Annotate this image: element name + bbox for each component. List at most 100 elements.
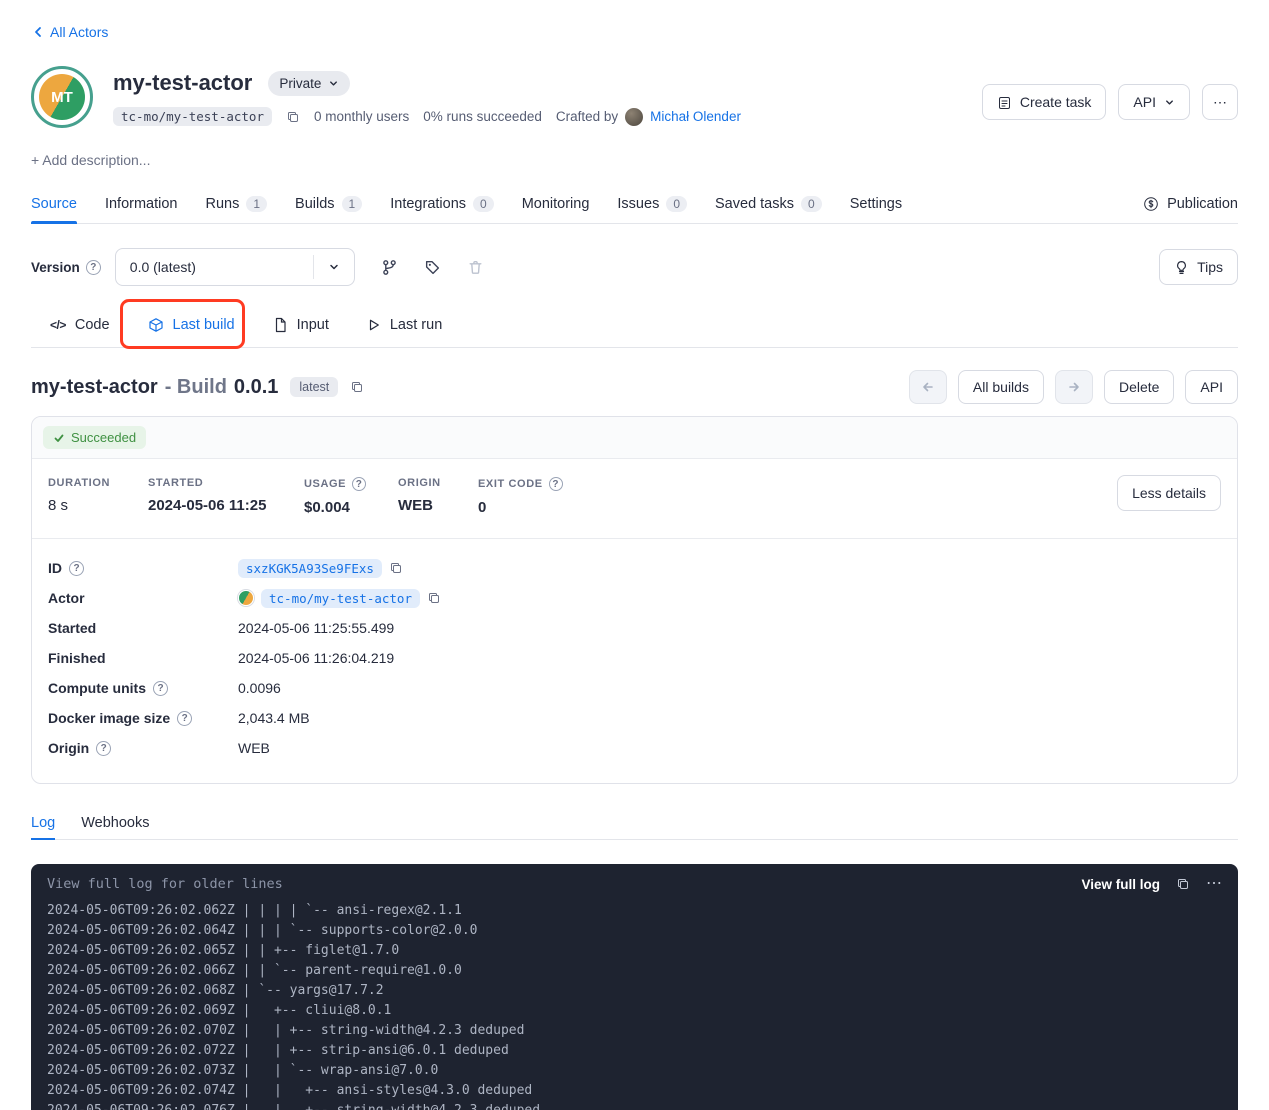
code-icon	[50, 318, 66, 332]
build-title-version: 0.0.1	[234, 376, 278, 399]
tips-label: Tips	[1197, 259, 1223, 275]
build-stats-row: DURATION 8 s STARTED 2024-05-06 11:25 US…	[32, 459, 1237, 538]
build-detail-card: Succeeded DURATION 8 s STARTED 2024-05-0…	[31, 416, 1238, 784]
version-bar: Version 0.0 (latest) Tips	[31, 248, 1238, 286]
log-line: 2024-05-06T09:26:02.070Z | | +-- string-…	[47, 1021, 1222, 1041]
id-help-icon[interactable]	[69, 561, 84, 576]
title-block: my-test-actor Private tc-mo/my-test-acto…	[113, 66, 741, 126]
log-line: 2024-05-06T09:26:02.073Z | | `-- wrap-an…	[47, 1061, 1222, 1081]
row-id: ID sxzKGK5A93Se9FExs	[48, 553, 1221, 583]
tab-integrations[interactable]: Integrations0	[390, 184, 493, 223]
actor-link-pill[interactable]: tc-mo/my-test-actor	[261, 589, 420, 608]
docker-size-help-icon[interactable]	[177, 711, 192, 726]
crafted-by: Crafted by Michał Olender	[556, 108, 741, 126]
log-tab-bar: Log Webhooks	[31, 806, 1238, 840]
all-builds-button[interactable]: All builds	[958, 370, 1044, 404]
log-line: 2024-05-06T09:26:02.076Z | | +-- string-…	[47, 1101, 1222, 1110]
log-more-icon[interactable]: ⋯	[1206, 876, 1222, 892]
author-avatar	[625, 108, 643, 126]
copy-handle-icon[interactable]	[286, 110, 300, 124]
tips-button[interactable]: Tips	[1159, 249, 1238, 285]
publication-label: Publication	[1167, 196, 1238, 212]
breadcrumb-label: All Actors	[50, 24, 108, 40]
log-lines: 2024-05-06T09:26:02.062Z | | | | `-- ans…	[47, 901, 1222, 1110]
log-line: 2024-05-06T09:26:02.068Z | `-- yargs@17.…	[47, 981, 1222, 1001]
version-select[interactable]: 0.0 (latest)	[115, 248, 355, 286]
copy-version-icon[interactable]	[350, 380, 364, 394]
latest-badge: latest	[290, 377, 338, 397]
issues-count-badge: 0	[666, 196, 687, 212]
build-id-pill: sxzKGK5A93Se9FExs	[238, 559, 382, 578]
crafted-by-label: Crafted by	[556, 109, 618, 124]
tag-icon[interactable]	[424, 259, 441, 276]
version-selected-value: 0.0 (latest)	[130, 259, 196, 275]
publication-link[interactable]: Publication	[1143, 196, 1238, 212]
origin-help-icon[interactable]	[96, 741, 111, 756]
create-task-label: Create task	[1020, 94, 1092, 110]
chevron-left-icon	[31, 25, 45, 39]
version-label: Version	[31, 260, 80, 275]
task-icon	[997, 95, 1012, 110]
tab-source[interactable]: Source	[31, 184, 77, 223]
build-header: my-test-actor - Build 0.0.1 latest All b…	[31, 370, 1238, 404]
stat-usage: USAGE $0.004	[304, 477, 398, 516]
version-help-icon[interactable]	[86, 260, 101, 275]
subtab-last-run[interactable]: Last run	[348, 302, 461, 347]
author-link[interactable]: Michał Olender	[650, 109, 741, 124]
prev-build-button[interactable]	[909, 370, 947, 404]
tab-information[interactable]: Information	[105, 184, 178, 223]
next-build-button[interactable]	[1055, 370, 1093, 404]
view-older-lines-link[interactable]: View full log for older lines	[47, 876, 283, 892]
api-dropdown-button[interactable]: API	[1118, 84, 1190, 120]
copy-actor-icon[interactable]	[427, 591, 441, 605]
tab-builds[interactable]: Builds1	[295, 184, 362, 223]
monthly-users-stat: 0 monthly users	[314, 109, 409, 124]
runs-succeeded-stat: 0% runs succeeded	[423, 109, 542, 124]
delete-version-icon[interactable]	[467, 259, 484, 276]
add-description-link[interactable]: + Add description...	[31, 152, 1238, 168]
subtab-input[interactable]: Input	[254, 302, 348, 347]
log-line: 2024-05-06T09:26:02.066Z | | `-- parent-…	[47, 961, 1222, 981]
row-actor: Actor tc-mo/my-test-actor	[48, 583, 1221, 613]
build-api-button[interactable]: API	[1185, 370, 1238, 404]
log-line: 2024-05-06T09:26:02.065Z | | +-- figlet@…	[47, 941, 1222, 961]
compute-units-help-icon[interactable]	[153, 681, 168, 696]
git-branch-icon[interactable]	[381, 259, 398, 276]
package-icon	[148, 317, 164, 333]
build-log-terminal: View full log for older lines View full …	[31, 864, 1238, 1110]
usage-help-icon[interactable]	[352, 477, 366, 491]
tab-log[interactable]: Log	[31, 806, 55, 839]
tab-webhooks[interactable]: Webhooks	[81, 806, 149, 839]
visibility-dropdown[interactable]: Private	[268, 71, 350, 96]
actor-handle-pill: tc-mo/my-test-actor	[113, 107, 272, 126]
delete-build-button[interactable]: Delete	[1104, 370, 1174, 404]
integrations-count-badge: 0	[473, 196, 494, 212]
copy-id-icon[interactable]	[389, 561, 403, 575]
exit-code-help-icon[interactable]	[549, 477, 563, 491]
builds-count-badge: 1	[342, 196, 363, 212]
tab-runs[interactable]: Runs1	[206, 184, 268, 223]
view-full-log-button[interactable]: View full log	[1081, 877, 1160, 892]
actor-avatar-initials: MT	[39, 74, 85, 120]
subtab-code[interactable]: Code	[31, 302, 129, 347]
tab-issues[interactable]: Issues0	[617, 184, 687, 223]
tab-monitoring[interactable]: Monitoring	[522, 184, 590, 223]
breadcrumb[interactable]: All Actors	[31, 24, 108, 40]
build-title-word: - Build	[165, 376, 227, 399]
tab-saved-tasks[interactable]: Saved tasks0	[715, 184, 822, 223]
tab-settings[interactable]: Settings	[850, 184, 902, 223]
check-icon	[53, 432, 65, 444]
less-details-button[interactable]: Less details	[1117, 475, 1221, 511]
row-started: Started 2024-05-06 11:25:55.499	[48, 613, 1221, 643]
log-line: 2024-05-06T09:26:02.064Z | | | `-- suppo…	[47, 921, 1222, 941]
copy-log-icon[interactable]	[1176, 877, 1190, 891]
actor-header: MT my-test-actor Private tc-mo/my-test-a…	[31, 66, 1238, 128]
more-actions-button[interactable]: ⋯	[1202, 84, 1238, 120]
file-icon	[273, 317, 288, 333]
create-task-button[interactable]: Create task	[982, 84, 1107, 120]
subtab-last-build[interactable]: Last build	[129, 302, 254, 347]
row-compute-units: Compute units 0.0096	[48, 673, 1221, 703]
actor-avatar: MT	[31, 66, 93, 128]
stat-duration: DURATION 8 s	[48, 477, 148, 516]
chevron-down-icon	[314, 261, 354, 273]
